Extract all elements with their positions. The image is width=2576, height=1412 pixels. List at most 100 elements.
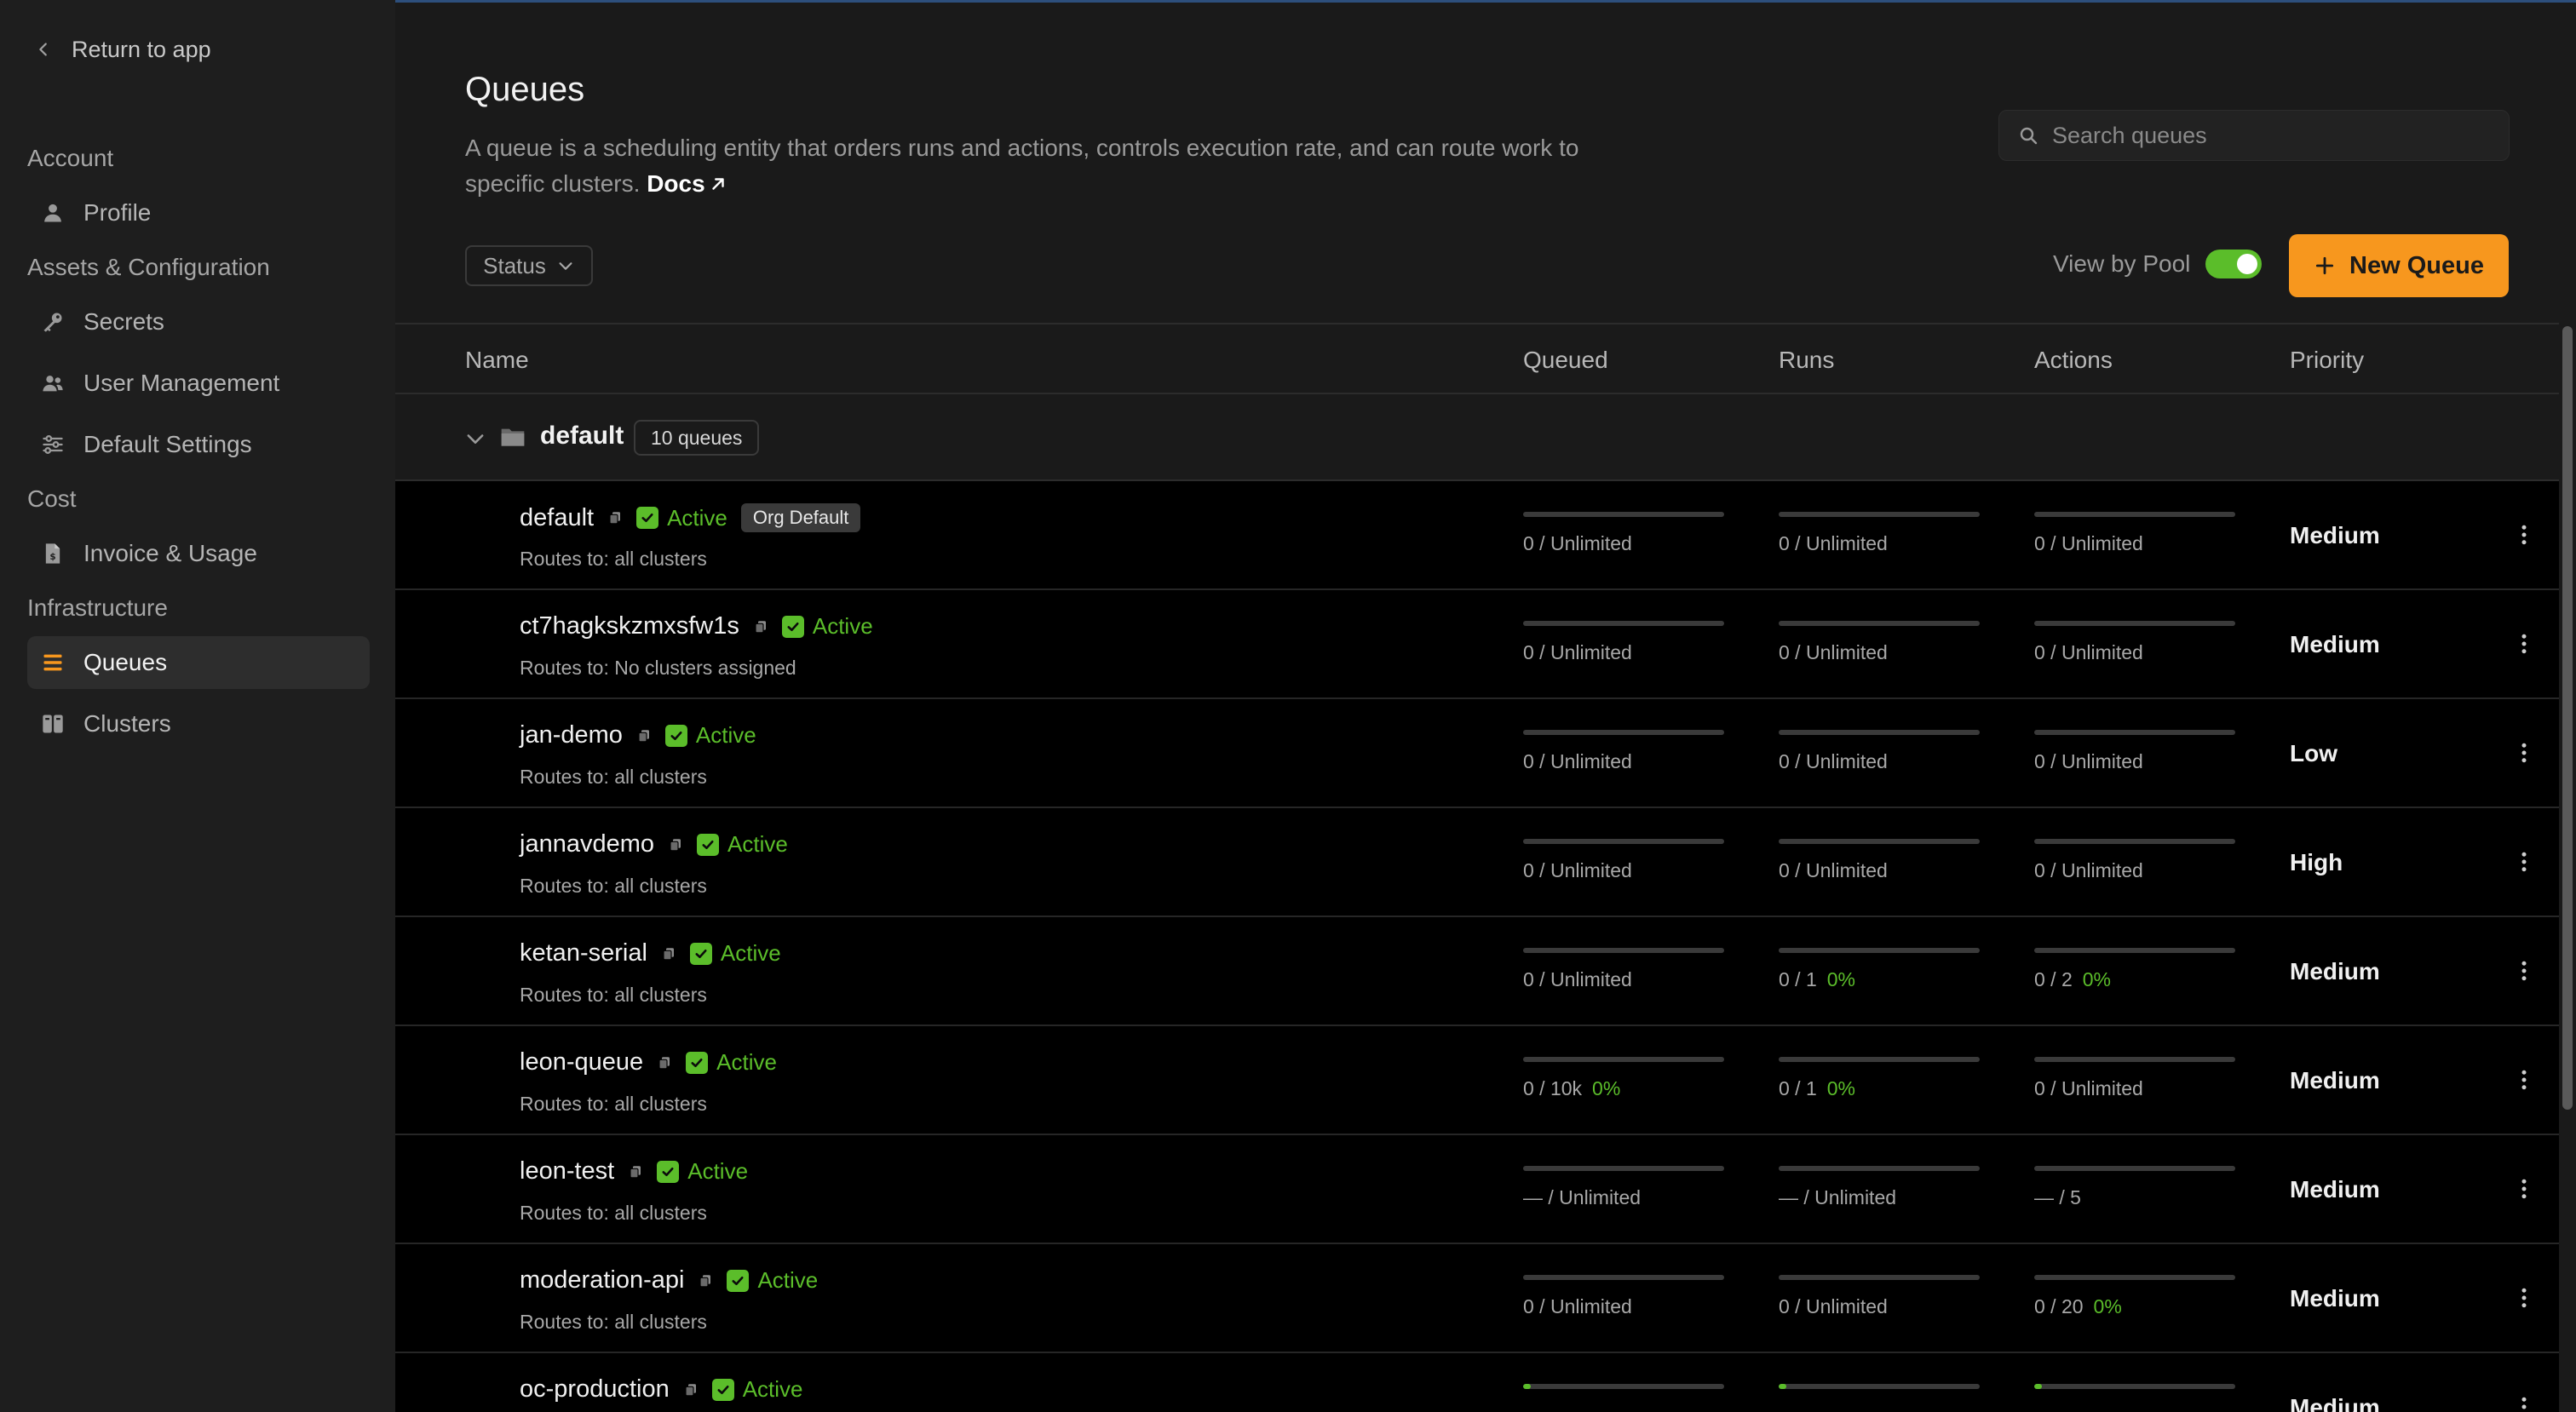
new-queue-button[interactable]: New Queue [2289, 234, 2509, 297]
queue-name[interactable]: ketan-serial [520, 939, 647, 967]
queue-name[interactable]: jannavdemo [520, 830, 654, 858]
section-cost: Cost [27, 485, 77, 512]
scrollbar[interactable] [2562, 326, 2573, 1110]
active-check [686, 1051, 709, 1074]
queued-metric: 0 / Unlimited [1523, 621, 1724, 664]
actions-metric: 0 / Unlimited [2034, 512, 2235, 555]
docs-link[interactable]: Docs [647, 166, 727, 202]
more-options-icon[interactable] [2511, 631, 2537, 657]
docs-label: Docs [647, 170, 705, 197]
priority-value: Medium [2290, 631, 2380, 657]
column-name[interactable]: Name [465, 347, 529, 374]
more-options-icon[interactable] [2511, 522, 2537, 548]
search-input[interactable] [2052, 122, 2495, 149]
runs-metric: 0 / Unlimited [1779, 1275, 1980, 1318]
return-to-app-link[interactable]: Return to app [34, 32, 211, 66]
column-actions[interactable]: Actions [2034, 347, 2113, 374]
copy-icon[interactable] [668, 837, 683, 852]
more-options-icon[interactable] [2511, 849, 2537, 875]
copy-icon[interactable] [657, 1055, 672, 1070]
more-options-icon[interactable] [2511, 740, 2537, 766]
sidebar-item-queues[interactable]: Queues [27, 636, 370, 689]
runs-progress-bar [1779, 1384, 1980, 1389]
column-queued[interactable]: Queued [1523, 347, 1608, 374]
copy-icon[interactable] [753, 619, 768, 634]
routes-text: Routes to: all clusters [520, 1311, 707, 1333]
table-row[interactable]: leon-test Active Routes to: all clusters — … [395, 1135, 2559, 1244]
table-row[interactable]: ct7hagkskzmxsfw1s Active Routes to: No clu… [395, 590, 2559, 699]
copy-icon[interactable] [661, 946, 676, 961]
runs-progress-bar [1779, 1057, 1980, 1062]
status-badge: Active [664, 722, 756, 749]
checkmark-icon [787, 622, 799, 631]
more-options-icon[interactable] [2511, 1285, 2537, 1311]
runs-progress-bar [1779, 621, 1980, 626]
sidebar-item-secrets[interactable]: Secrets [27, 296, 370, 348]
runs-progress-bar [1779, 1166, 1980, 1171]
more-options-icon[interactable] [2511, 1067, 2537, 1093]
more-options-icon[interactable] [2511, 1394, 2537, 1412]
sidebar-item-clusters[interactable]: Clusters [27, 697, 370, 750]
section-infrastructure: Infrastructure [27, 594, 168, 621]
table-row[interactable]: jan-demo Active Routes to: all clusters 0 /… [395, 699, 2559, 808]
more-options-icon[interactable] [2511, 958, 2537, 984]
copy-icon[interactable] [628, 1164, 643, 1180]
queue-name[interactable]: jan-demo [520, 721, 623, 749]
actions-percent: 0% [2082, 968, 2112, 990]
actions-value: 0 / Unlimited [2034, 641, 2143, 663]
queue-name[interactable]: oc-production [520, 1375, 670, 1403]
queued-value: — / Unlimited [1523, 1186, 1642, 1208]
table-row[interactable]: oc-production Active Medium [395, 1353, 2559, 1412]
table-row[interactable]: default Active Org Default Routes to: all c… [395, 481, 2559, 590]
table-row[interactable]: leon-queue Active Routes to: all clusters 0… [395, 1026, 2559, 1135]
copy-icon[interactable] [698, 1273, 713, 1289]
more-options-icon[interactable] [2511, 1176, 2537, 1202]
status-badge: Active [686, 1049, 777, 1076]
queued-progress-bar [1523, 839, 1724, 844]
queue-name-cell: oc-production Active [520, 1375, 803, 1403]
queue-name[interactable]: leon-test [520, 1157, 614, 1185]
runs-progress-bar [1779, 948, 1980, 953]
copy-icon[interactable] [607, 510, 623, 525]
actions-metric: 0 / 2 0% [2034, 948, 2235, 991]
sidebar-item-profile[interactable]: Profile [27, 187, 370, 239]
new-queue-label: New Queue [2349, 251, 2484, 279]
table-row[interactable]: jannavdemo Active Routes to: all clusters 0… [395, 808, 2559, 917]
arrow-up-right-icon [711, 178, 724, 190]
status-filter-dropdown[interactable]: Status [465, 245, 593, 286]
queue-name[interactable]: leon-queue [520, 1048, 643, 1076]
sidebar-item-user-management[interactable]: User Management [27, 357, 370, 410]
view-by-pool-toggle[interactable] [2205, 250, 2263, 278]
actions-metric: 0 / Unlimited [2034, 730, 2235, 773]
actions-value: 0 / 2 [2034, 968, 2073, 990]
table-row[interactable]: ketan-serial Active Routes to: all cluster… [395, 917, 2559, 1026]
actions-progress-bar [2034, 730, 2235, 735]
active-check [711, 1378, 734, 1401]
search-box[interactable] [1998, 110, 2510, 161]
queued-value: 0 / 10k [1523, 1077, 1583, 1099]
chevron-down-icon[interactable] [463, 427, 487, 451]
sidebar-item-invoice[interactable]: $ Invoice & Usage [27, 527, 370, 580]
sidebar-item-default-settings[interactable]: Default Settings [27, 418, 370, 471]
status-badge: Active [711, 1376, 803, 1403]
queued-value: 0 / Unlimited [1523, 532, 1632, 554]
queue-name-cell: moderation-api Active [520, 1266, 818, 1294]
table-row[interactable]: moderation-api Active Routes to: all clust… [395, 1244, 2559, 1353]
runs-metric: — / Unlimited [1779, 1166, 1980, 1209]
actions-value: 0 / Unlimited [2034, 532, 2143, 554]
queue-name[interactable]: default [520, 504, 594, 532]
actions-value: — / 5 [2034, 1186, 2081, 1208]
copy-icon[interactable] [636, 728, 652, 743]
actions-progress-bar [2034, 512, 2235, 517]
pool-group-row[interactable]: default 10 queues [395, 394, 2559, 481]
status-badge: Active [636, 505, 727, 531]
runs-metric: 0 / Unlimited [1779, 839, 1980, 882]
column-priority[interactable]: Priority [2290, 347, 2364, 374]
priority-value: Medium [2290, 1067, 2380, 1093]
column-runs[interactable]: Runs [1779, 347, 1834, 374]
queue-name[interactable]: moderation-api [520, 1266, 684, 1294]
routes-text: Routes to: all clusters [520, 548, 707, 570]
copy-icon[interactable] [683, 1382, 699, 1398]
queue-name[interactable]: ct7hagkskzmxsfw1s [520, 612, 739, 640]
page-description: A queue is a scheduling entity that orde… [465, 130, 1607, 202]
